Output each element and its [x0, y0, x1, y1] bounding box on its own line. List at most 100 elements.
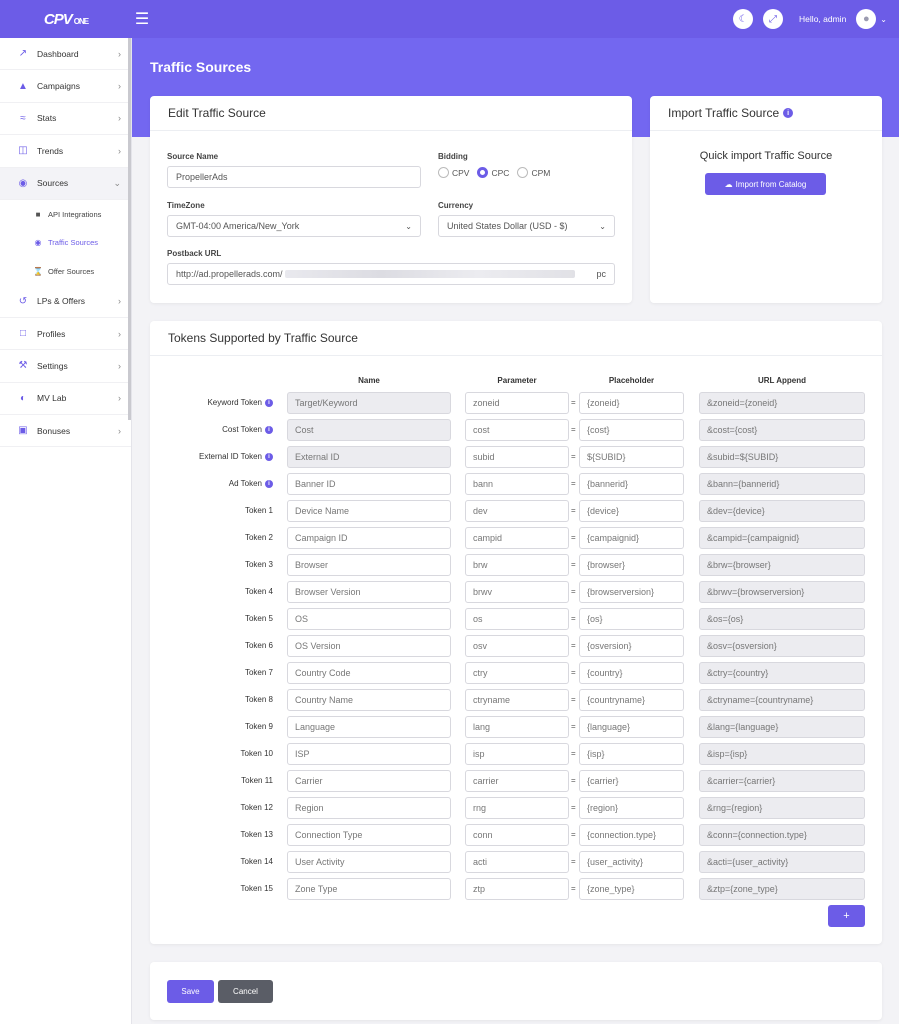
sidebar-item-mv-lab[interactable]: ◐ MV Lab ›	[0, 383, 131, 416]
info-icon[interactable]: i	[265, 425, 273, 434]
token-name-input[interactable]: Region	[287, 797, 451, 819]
token-parameter-input[interactable]: dev	[465, 500, 569, 522]
token-parameter-input[interactable]: osv	[465, 635, 569, 657]
add-token-button[interactable]: +	[828, 905, 865, 927]
token-name-input[interactable]: Connection Type	[287, 824, 451, 846]
token-parameter-input[interactable]: ctryname	[465, 689, 569, 711]
sidebar-scrollbar[interactable]	[128, 38, 131, 420]
token-parameter-input[interactable]: subid	[465, 446, 569, 468]
token-placeholder-input[interactable]: {cost}	[579, 419, 684, 441]
sidebar-item-dashboard[interactable]: ↗ Dashboard ›	[0, 38, 131, 71]
token-placeholder-input[interactable]: {zoneid}	[579, 392, 684, 414]
token-name-input[interactable]: User Activity	[287, 851, 451, 873]
token-parameter-input[interactable]: brw	[465, 554, 569, 576]
token-parameter-input[interactable]: ctry	[465, 662, 569, 684]
sidebar-subitem-offer-sources[interactable]: ⌛ Offer Sources	[0, 257, 131, 286]
token-name-input[interactable]: ISP	[287, 743, 451, 765]
token-placeholder-input[interactable]: {countryname}	[579, 689, 684, 711]
token-url-append: &brw={browser}	[699, 554, 865, 576]
sidebar-item-bonuses[interactable]: ▣ Bonuses ›	[0, 415, 131, 448]
token-name-input[interactable]: Campaign ID	[287, 527, 451, 549]
chevron-down-icon[interactable]: ⌄	[880, 15, 887, 24]
sidebar-item-profiles[interactable]: □ Profiles ›	[0, 318, 131, 351]
token-name-input[interactable]: Zone Type	[287, 878, 451, 900]
token-placeholder-input[interactable]: {user_activity}	[579, 851, 684, 873]
token-parameter-input[interactable]: rng	[465, 797, 569, 819]
info-icon[interactable]: i	[783, 108, 794, 118]
token-parameter-input[interactable]: lang	[465, 716, 569, 738]
timezone-select[interactable]: GMT-04:00 America/New_York ⌄	[167, 215, 421, 237]
sidebar-subitem-api-integrations[interactable]: ■ API Integrations	[0, 200, 131, 229]
token-parameter-input[interactable]: conn	[465, 824, 569, 846]
equals-sign: =	[571, 533, 576, 542]
import-from-catalog-button[interactable]: ☁ Import from Catalog	[705, 173, 826, 195]
token-parameter-input[interactable]: brwv	[465, 581, 569, 603]
token-placeholder-input[interactable]: {carrier}	[579, 770, 684, 792]
token-parameter-input[interactable]: cost	[465, 419, 569, 441]
token-name-input[interactable]: Country Name	[287, 689, 451, 711]
token-url-append: &zoneid={zoneid}	[699, 392, 865, 414]
save-button[interactable]: Save	[167, 980, 214, 1003]
token-name-input[interactable]: OS	[287, 608, 451, 630]
sidebar-item-stats[interactable]: ≈ Stats ›	[0, 103, 131, 136]
token-name-input[interactable]: Device Name	[287, 500, 451, 522]
token-placeholder-input[interactable]: ${SUBID}	[579, 446, 684, 468]
token-parameter-input[interactable]: os	[465, 608, 569, 630]
sidebar-subitem-traffic-sources[interactable]: ◉ Traffic Sources	[0, 228, 131, 257]
token-placeholder-input[interactable]: {os}	[579, 608, 684, 630]
plus-icon: +	[843, 910, 850, 922]
token-placeholder-input[interactable]: {isp}	[579, 743, 684, 765]
token-parameter-input[interactable]: ztp	[465, 878, 569, 900]
token-name-input[interactable]: Banner ID	[287, 473, 451, 495]
token-parameter-input[interactable]: bann	[465, 473, 569, 495]
token-parameter-input[interactable]: acti	[465, 851, 569, 873]
info-icon[interactable]: i	[265, 398, 273, 407]
token-placeholder-input[interactable]: {language}	[579, 716, 684, 738]
bidding-cpv-radio[interactable]: CPV	[438, 167, 469, 178]
token-label-text: Token 3	[244, 560, 273, 569]
sidebar-item-lps-offers[interactable]: ↺ LPs & Offers ›	[0, 285, 131, 318]
token-name-input[interactable]: Browser	[287, 554, 451, 576]
sidebar-item-trends[interactable]: ◫ Trends ›	[0, 135, 131, 168]
token-placeholder-input[interactable]: {zone_type}	[579, 878, 684, 900]
token-name-input[interactable]: Browser Version	[287, 581, 451, 603]
info-icon[interactable]: i	[265, 452, 273, 461]
bidding-cpc-radio[interactable]: CPC	[477, 167, 509, 178]
dark-mode-icon[interactable]: ☾	[733, 9, 754, 29]
token-placeholder-input[interactable]: {region}	[579, 797, 684, 819]
token-name-input[interactable]: Country Code	[287, 662, 451, 684]
menu-toggle-icon[interactable]: ☰	[132, 9, 152, 29]
token-label-text: Token 10	[240, 749, 273, 758]
sidebar-item-settings[interactable]: ⚒ Settings ›	[0, 350, 131, 383]
sidebar-item-campaigns[interactable]: ▲ Campaigns ›	[0, 70, 131, 103]
source-name-input[interactable]: PropellerAds	[167, 166, 421, 188]
greeting-text[interactable]: Hello, admin	[799, 14, 846, 24]
token-placeholder-input[interactable]: {country}	[579, 662, 684, 684]
currency-select[interactable]: United States Dollar (USD - $) ⌄	[438, 215, 615, 237]
postback-url-input[interactable]: http://ad.propellerads.com/ pc	[167, 263, 615, 285]
token-name-input: Target/Keyword	[287, 392, 451, 414]
avatar[interactable]: ●	[856, 9, 877, 29]
token-row-label: Token 11	[150, 776, 273, 785]
token-parameter-input[interactable]: carrier	[465, 770, 569, 792]
cancel-button[interactable]: Cancel	[218, 980, 273, 1003]
token-parameter-input[interactable]: zoneid	[465, 392, 569, 414]
fullscreen-icon[interactable]: ⤢	[763, 9, 784, 29]
token-placeholder-input[interactable]: {connection.type}	[579, 824, 684, 846]
token-name-input[interactable]: Carrier	[287, 770, 451, 792]
token-placeholder-input[interactable]: {browserversion}	[579, 581, 684, 603]
brand-logo[interactable]: CPV ONE	[0, 0, 132, 38]
token-parameter-input[interactable]: isp	[465, 743, 569, 765]
token-name-input[interactable]: OS Version	[287, 635, 451, 657]
token-row-label: Keyword Token i	[150, 398, 273, 407]
token-placeholder-input[interactable]: {bannerid}	[579, 473, 684, 495]
token-placeholder-input[interactable]: {browser}	[579, 554, 684, 576]
token-placeholder-input[interactable]: {campaignid}	[579, 527, 684, 549]
token-placeholder-input[interactable]: {osversion}	[579, 635, 684, 657]
sidebar-item-sources[interactable]: ◉ Sources ⌄	[0, 167, 131, 200]
token-parameter-input[interactable]: campid	[465, 527, 569, 549]
token-placeholder-input[interactable]: {device}	[579, 500, 684, 522]
info-icon[interactable]: i	[265, 479, 273, 488]
token-name-input[interactable]: Language	[287, 716, 451, 738]
bidding-cpm-radio[interactable]: CPM	[517, 167, 550, 178]
